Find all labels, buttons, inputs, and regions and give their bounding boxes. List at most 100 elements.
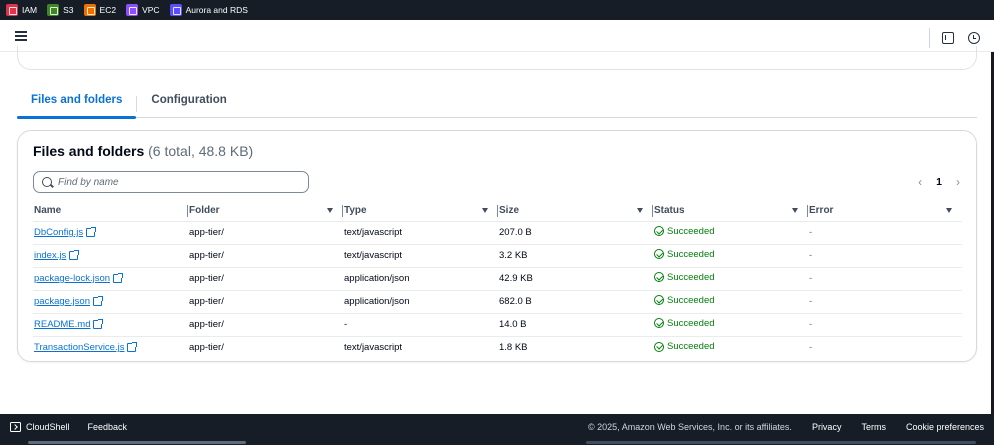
folder-cell: app-tier/ — [188, 313, 343, 337]
horizontal-scrollbar[interactable] — [586, 441, 976, 444]
rds-service-icon — [169, 4, 182, 16]
files-and-folders-card: Files and folders (6 total, 48.8 KB) ‹ 1… — [17, 130, 977, 362]
favorite-s3[interactable]: S3 — [47, 4, 74, 16]
vpc-service-icon — [126, 4, 139, 16]
error-cell: - — [808, 221, 962, 245]
file-link[interactable]: package-lock.json — [34, 273, 124, 284]
table-row: README.md app-tier/ - 14.0 B Succeeded - — [33, 313, 962, 337]
type-cell: application/json — [343, 290, 498, 314]
menu-icon[interactable] — [15, 31, 27, 41]
sort-caret-icon[interactable] — [946, 208, 952, 214]
favorite-iam[interactable]: IAM — [6, 4, 37, 16]
file-link[interactable]: package.json — [34, 296, 103, 307]
success-check-icon — [654, 249, 664, 260]
footer-left: CloudShell Feedback — [10, 422, 127, 432]
success-check-icon — [654, 341, 664, 352]
type-cell: application/json — [343, 267, 498, 291]
status-badge: Succeeded — [654, 295, 715, 306]
sort-caret-icon[interactable] — [327, 208, 333, 214]
main-content: Files and folders Configuration Files an… — [0, 46, 994, 414]
tab-configuration[interactable]: Configuration — [137, 88, 240, 118]
column-header-size[interactable]: Size — [498, 201, 653, 222]
column-header-error[interactable]: Error — [808, 201, 962, 222]
external-link-icon — [93, 319, 104, 329]
terms-link[interactable]: Terms — [861, 422, 886, 432]
page-number[interactable]: 1 — [936, 176, 942, 188]
external-link-icon — [127, 342, 138, 353]
tab-files-and-folders[interactable]: Files and folders — [17, 88, 137, 119]
header-actions — [929, 28, 980, 48]
iam-service-icon — [6, 4, 18, 16]
footer-right: © 2025, Amazon Web Services, Inc. or its… — [588, 422, 984, 432]
search-box[interactable] — [33, 171, 309, 193]
feedback-link[interactable]: Feedback — [88, 422, 128, 432]
column-header-name[interactable]: Name — [33, 201, 188, 222]
s3-service-icon — [47, 4, 60, 16]
chevron-left-icon[interactable]: ‹ — [918, 175, 922, 189]
size-cell: 682.0 B — [498, 290, 653, 314]
error-cell: - — [808, 244, 962, 268]
file-link[interactable]: README.md — [34, 319, 104, 330]
cookie-preferences-link[interactable]: Cookie preferences — [906, 422, 984, 432]
error-cell: - — [808, 313, 962, 337]
favorites-bar: IAM S3 EC2 VPC Aurora and RDS — [0, 0, 994, 20]
card-count: (6 total, 48.8 KB) — [148, 143, 254, 159]
files-table: Name Folder Type Size Status Error DbCon… — [33, 201, 962, 359]
horizontal-scrollbar[interactable] — [28, 441, 246, 444]
external-link-icon — [113, 273, 124, 283]
search-input[interactable] — [58, 176, 298, 188]
side-panel-icon[interactable] — [942, 32, 954, 44]
column-header-status[interactable]: Status — [653, 201, 808, 222]
favorite-vpc[interactable]: VPC — [126, 4, 160, 16]
sort-caret-icon[interactable] — [792, 208, 798, 214]
external-link-icon — [69, 250, 80, 260]
size-cell: 42.9 KB — [498, 267, 653, 291]
cloudshell-label: CloudShell — [26, 422, 70, 432]
status-badge: Succeeded — [654, 249, 715, 260]
external-link-icon — [86, 227, 97, 237]
favorite-label: Aurora and RDS — [185, 5, 248, 15]
file-link[interactable]: index.js — [34, 250, 80, 261]
favorite-label: VPC — [142, 5, 160, 15]
privacy-link[interactable]: Privacy — [812, 422, 842, 432]
cloudshell-button[interactable]: CloudShell — [10, 422, 70, 432]
chevron-right-icon[interactable]: › — [956, 175, 960, 189]
favorite-aurora-rds[interactable]: Aurora and RDS — [169, 4, 248, 16]
external-link-icon — [92, 296, 103, 306]
status-badge: Succeeded — [654, 318, 715, 329]
folder-cell: app-tier/ — [188, 290, 343, 314]
card-title-text: Files and folders — [33, 143, 145, 159]
type-cell: text/javascript — [343, 244, 498, 268]
console-footer: CloudShell Feedback © 2025, Amazon Web S… — [0, 414, 994, 445]
favorite-label: IAM — [22, 5, 38, 15]
success-check-icon — [654, 272, 664, 283]
history-icon[interactable] — [968, 32, 980, 44]
column-header-type[interactable]: Type — [343, 201, 498, 222]
sort-caret-icon[interactable] — [482, 208, 488, 214]
favorite-label: S3 — [63, 5, 74, 15]
table-row: index.js app-tier/ text/javascript 3.2 K… — [33, 244, 962, 268]
table-row: package.json app-tier/ application/json … — [33, 290, 962, 314]
header-divider — [929, 28, 930, 48]
file-link[interactable]: DbConfig.js — [34, 227, 97, 238]
ec2-service-icon — [83, 4, 96, 16]
success-check-icon — [654, 318, 664, 329]
type-cell: text/javascript — [343, 221, 498, 245]
terminal-icon — [10, 422, 21, 432]
status-badge: Succeeded — [654, 341, 715, 352]
folder-cell: app-tier/ — [188, 244, 343, 268]
folder-cell: app-tier/ — [188, 221, 343, 245]
table-row: package-lock.json app-tier/ application/… — [33, 267, 962, 291]
table-row: DbConfig.js app-tier/ text/javascript 20… — [33, 221, 962, 245]
size-cell: 14.0 B — [498, 313, 653, 337]
folder-cell: app-tier/ — [189, 342, 224, 354]
file-link[interactable]: TransactionService.js — [34, 342, 138, 353]
favorite-ec2[interactable]: EC2 — [83, 4, 116, 16]
error-cell: - — [809, 342, 813, 354]
type-cell: - — [343, 313, 498, 337]
pagination: ‹ 1 › — [918, 175, 960, 189]
sort-caret-icon[interactable] — [637, 208, 643, 214]
column-header-folder[interactable]: Folder — [188, 201, 343, 222]
tab-bar: Files and folders Configuration — [17, 88, 977, 119]
status-badge: Succeeded — [654, 272, 715, 283]
